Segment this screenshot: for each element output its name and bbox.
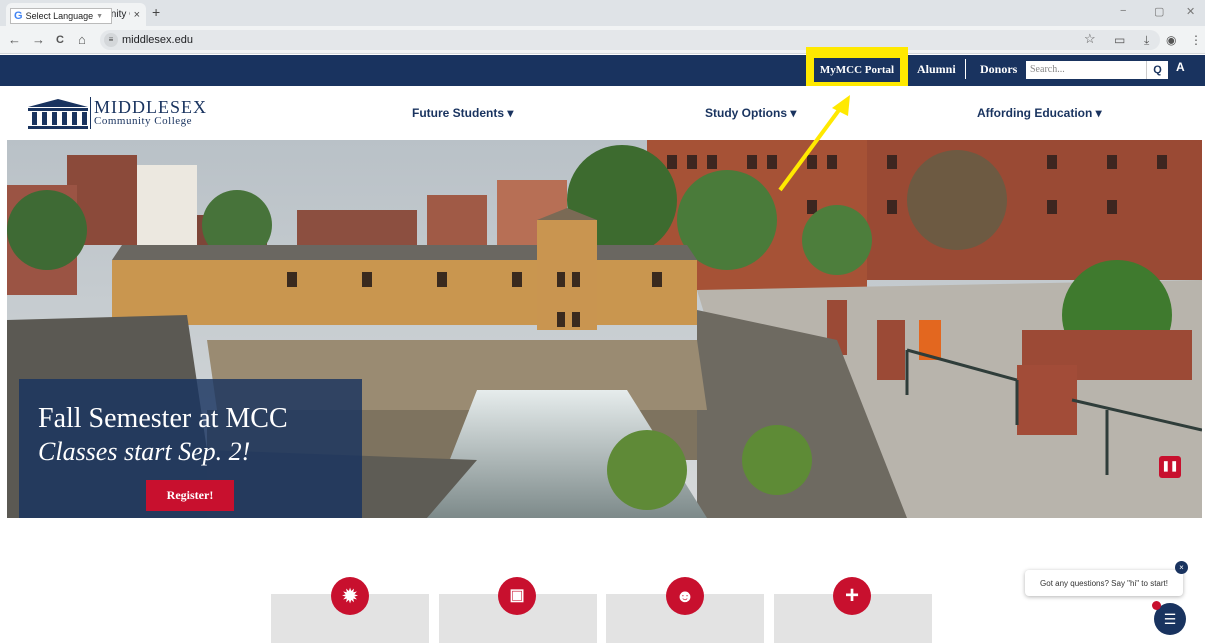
utility-divider	[965, 59, 966, 79]
annotation-arrow-icon	[778, 95, 850, 192]
accessibility-icon[interactable]: A	[1176, 60, 1185, 74]
search-field[interactable]: Search... Q	[1026, 61, 1168, 79]
search-input[interactable]: Search...	[1030, 64, 1065, 75]
donors-link[interactable]: Donors	[980, 62, 1017, 77]
window-close-button[interactable]: ✕	[1186, 5, 1195, 18]
home-button[interactable]: ⌂	[78, 32, 86, 47]
site-info-icon[interactable]: ≡	[104, 33, 118, 47]
reload-button[interactable]: C	[56, 34, 64, 46]
logo-divider	[90, 97, 91, 129]
bookmark-star-icon[interactable]: ☆	[1084, 31, 1096, 47]
minimize-button[interactable]: −	[1120, 5, 1126, 17]
plus-icon[interactable]: +	[833, 577, 871, 615]
browser-menu-icon[interactable]: ⋮	[1190, 33, 1202, 47]
browser-address-bar: ← → C ⌂ ≡ middlesex.edu ☆ ▭ ⤓ ◉ ⋮	[0, 26, 1205, 54]
college-logo[interactable]: MIDDLESEX Community College	[28, 97, 218, 131]
logo-subname: Community College	[94, 115, 193, 127]
people-icon[interactable]: ☻	[666, 577, 704, 615]
browser-tab-bar: Middlesex Community College × + − ▢ ✕	[0, 0, 1205, 26]
register-button[interactable]: Register!	[146, 480, 234, 511]
language-label: Select Language	[25, 11, 94, 21]
url-text: middlesex.edu	[122, 34, 193, 46]
forward-button[interactable]: →	[32, 32, 45, 47]
alumni-link[interactable]: Alumni	[917, 62, 956, 77]
url-input[interactable]: ≡ middlesex.edu	[100, 30, 1160, 50]
nav-future-students[interactable]: Future Students ▾	[412, 106, 513, 120]
hero-subtitle: Classes start Sep. 2!	[38, 437, 251, 466]
chat-close-icon[interactable]: ×	[1175, 561, 1188, 574]
columns-icon	[28, 99, 88, 129]
back-button[interactable]: ←	[8, 32, 21, 47]
restore-button[interactable]: ▢	[1154, 5, 1164, 18]
tab-close-icon[interactable]: ×	[134, 9, 140, 21]
google-icon: G	[14, 10, 23, 22]
site-utility-bar	[0, 55, 1205, 86]
download-icon[interactable]: ⤓	[1144, 33, 1149, 48]
tab-search-icon[interactable]: ▭	[1114, 33, 1125, 47]
pause-icon[interactable]: ❚❚	[1159, 456, 1181, 478]
nav-affording-education[interactable]: Affording Education ▾	[977, 106, 1102, 120]
hero-title: Fall Semester at MCC	[38, 403, 288, 434]
briefcase-icon[interactable]: ▣	[498, 577, 536, 615]
chat-notification-badge	[1152, 601, 1161, 610]
chat-prompt[interactable]: Got any questions? Say "hi" to start!	[1025, 570, 1183, 596]
badge-icon[interactable]: ✹	[331, 577, 369, 615]
mymcc-portal-link[interactable]: MyMCC Portal	[814, 58, 900, 82]
new-tab-button[interactable]: +	[152, 4, 160, 20]
language-select[interactable]: G Select Language ▼	[10, 8, 112, 24]
search-icon[interactable]: Q	[1146, 61, 1168, 79]
profile-icon[interactable]: ◉	[1166, 33, 1176, 47]
chevron-down-icon: ▼	[96, 12, 104, 20]
